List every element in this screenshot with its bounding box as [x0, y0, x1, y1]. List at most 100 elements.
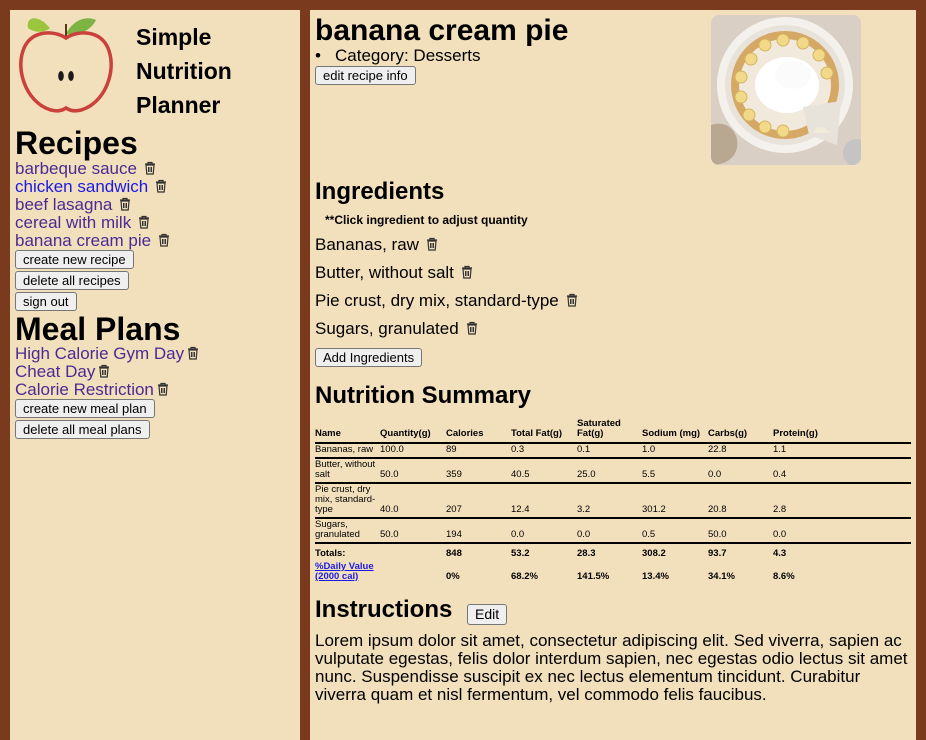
nutrition-table: Name Quantity(g) Calories Total Fat(g) Satur… [315, 418, 911, 583]
ingredient-item[interactable]: Sugars, granulated [315, 318, 579, 346]
sidebar: Simple Nutrition Planner Recipes barbequ… [10, 10, 300, 740]
nutrition-cell: 194 [446, 518, 511, 544]
nutrition-cell: 40.0 [380, 483, 446, 519]
recipe-list: barbeque sauce chicken sandwich beef lasag… [15, 160, 171, 250]
meal-plan-list: High Calorie Gym Day Cheat Day Calorie Res… [15, 345, 200, 399]
daily-value-cell: 8.6% [773, 571, 795, 582]
app-title-line: Simple [136, 24, 212, 50]
nutrition-cell: 1.1 [773, 443, 911, 459]
trash-icon[interactable] [465, 319, 479, 335]
ingredient-item[interactable]: Bananas, raw [315, 234, 579, 262]
trash-icon[interactable] [186, 346, 200, 360]
nutrition-cell: Sugars, granulated [315, 518, 380, 544]
nutrition-cell: 40.5 [511, 458, 577, 484]
nutrition-cell: 50.0 [380, 458, 446, 484]
trash-icon[interactable] [565, 291, 579, 307]
trash-icon[interactable] [154, 179, 168, 193]
nutrition-total-cell: 848 [446, 548, 462, 559]
delete-all-meal-plans-button[interactable]: delete all meal plans [15, 420, 150, 439]
ingredient-item[interactable]: Pie crust, dry mix, standard-type [315, 290, 579, 318]
nutrition-cell: Pie crust, dry mix, standard-type [315, 483, 380, 519]
recipe-photo [711, 15, 861, 165]
daily-value-cell: 0% [446, 571, 460, 582]
create-recipe-button[interactable]: create new recipe [15, 250, 134, 269]
nutrition-column-header: Calories [446, 418, 511, 444]
nutrition-cell: 0.0 [511, 518, 577, 544]
ingredient-name: Bananas, raw [315, 235, 419, 254]
apple-logo [19, 18, 113, 113]
recipe-link[interactable]: beef lasagna [15, 195, 112, 214]
app-title-line: Nutrition [136, 58, 232, 84]
trash-icon[interactable] [97, 364, 111, 378]
recipe-link[interactable]: chicken sandwich [15, 177, 148, 196]
nutrition-cell: 0.1 [577, 443, 642, 459]
nutrition-total-cell: 4.3 [773, 548, 787, 559]
recipe-list-item: beef lasagna [15, 196, 171, 214]
nutrition-cell: 20.8 [708, 483, 773, 519]
nutrition-row: Bananas, raw 100.0 89 0.3 0.1 1.0 22.8 1.1 [315, 443, 911, 459]
nutrition-column-header: Protein(g) [773, 418, 911, 444]
daily-value-link[interactable]: %Daily Value (2000 cal) [315, 561, 374, 582]
ingredients-heading: Ingredients [315, 178, 445, 205]
trash-icon[interactable] [118, 197, 132, 211]
recipe-link[interactable]: banana cream pie [15, 231, 151, 250]
sign-out-button[interactable]: sign out [15, 292, 77, 311]
nutrition-cell: 50.0 [380, 518, 446, 544]
daily-value-row: %Daily Value (2000 cal) 0% 68.2% 141.5% 13.4… [315, 560, 911, 583]
create-meal-plan-button[interactable]: create new meal plan [15, 399, 155, 418]
meal-plan-link[interactable]: Cheat Day [15, 362, 95, 381]
nutrition-total-cell [380, 543, 446, 560]
app-title: Simple Nutrition Planner [136, 20, 232, 122]
ingredient-list: Bananas, raw Butter, without salt Pie crus… [315, 234, 579, 346]
trash-icon[interactable] [157, 233, 171, 247]
nutrition-cell: 301.2 [642, 483, 708, 519]
nutrition-cell: 50.0 [708, 518, 773, 544]
edit-instructions-button[interactable]: Edit [467, 604, 508, 625]
meal-plan-list-item: High Calorie Gym Day [15, 345, 200, 363]
trash-icon[interactable] [156, 382, 170, 396]
nutrition-totals-row: Totals: 848 53.2 28.3 308.2 93.7 4.3 [315, 543, 911, 560]
recipe-title: banana cream pie [315, 14, 569, 47]
edit-recipe-info-button[interactable]: edit recipe info [315, 66, 416, 85]
nutrition-header-row: Name Quantity(g) Calories Total Fat(g) Satur… [315, 418, 911, 444]
instructions-heading: Instructions [315, 596, 453, 623]
nutrition-cell: 207 [446, 483, 511, 519]
daily-value-cell: 13.4% [642, 571, 669, 582]
meal-plan-link[interactable]: High Calorie Gym Day [15, 344, 184, 363]
nutrition-cell: 12.4 [511, 483, 577, 519]
nutrition-column-header: Carbs(g) [708, 418, 773, 444]
nutrition-cell: 25.0 [577, 458, 642, 484]
nutrition-cell: Bananas, raw [315, 443, 380, 459]
nutrition-body: Bananas, raw 100.0 89 0.3 0.1 1.0 22.8 1.1 Butte… [315, 443, 911, 583]
add-ingredients-button[interactable]: Add Ingredients [315, 348, 423, 367]
nutrition-cell: 100.0 [380, 443, 446, 459]
recipe-list-item: banana cream pie [15, 232, 171, 250]
nutrition-cell: 3.2 [577, 483, 642, 519]
daily-value-cell: 68.2% [511, 571, 538, 582]
meal-plan-list-item: Calorie Restriction [15, 381, 200, 399]
ingredient-item[interactable]: Butter, without salt [315, 262, 579, 290]
delete-all-recipes-button[interactable]: delete all recipes [15, 271, 129, 290]
recipe-detail: banana cream pie • Category: Desserts edi… [310, 10, 916, 740]
recipe-link[interactable]: cereal with milk [15, 213, 131, 232]
nutrition-column-header: Name [315, 418, 380, 444]
nutrition-cell: 22.8 [708, 443, 773, 459]
nutrition-cell: 0.0 [708, 458, 773, 484]
trash-icon[interactable] [460, 263, 474, 279]
nutrition-cell: 359 [446, 458, 511, 484]
recipe-link[interactable]: barbeque sauce [15, 159, 137, 178]
trash-icon[interactable] [137, 215, 151, 229]
nutrition-cell: 2.8 [773, 483, 911, 519]
daily-value-cell: 34.1% [708, 571, 735, 582]
trash-icon[interactable] [425, 235, 439, 251]
recipe-list-item: chicken sandwich [15, 178, 171, 196]
trash-icon[interactable] [143, 161, 157, 175]
ingredient-name: Pie crust, dry mix, standard-type [315, 291, 559, 310]
nutrition-row: Butter, without salt 50.0 359 40.5 25.0 5.5 0.… [315, 458, 911, 484]
nutrition-total-cell: 308.2 [642, 548, 666, 559]
nutrition-row: Sugars, granulated 50.0 194 0.0 0.0 0.5 50.0 0.… [315, 518, 911, 544]
nutrition-total-cell: Totals: [315, 548, 346, 559]
nutrition-summary-heading: Nutrition Summary [315, 382, 532, 409]
meal-plan-list-item: Cheat Day [15, 363, 200, 381]
meal-plan-link[interactable]: Calorie Restriction [15, 380, 154, 399]
